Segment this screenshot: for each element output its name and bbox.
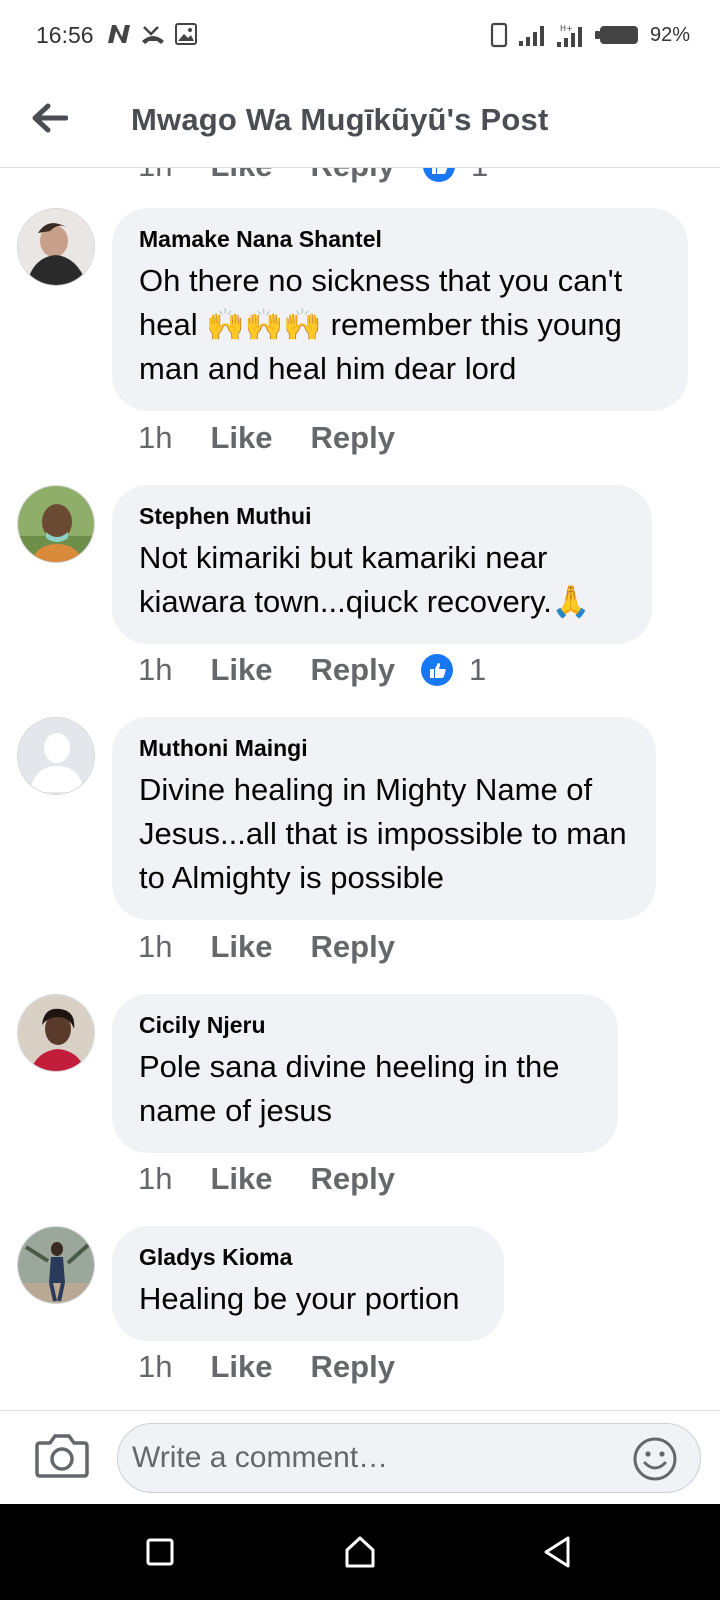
comment-bubble[interactable]: Gladys Kioma Healing be your portion	[112, 1226, 504, 1341]
comment-time: 1h	[138, 652, 173, 687]
like-button[interactable]: Like	[210, 652, 272, 688]
reply-button[interactable]: Reply	[311, 929, 395, 965]
reaction-summary[interactable]: 1	[420, 652, 487, 688]
home-icon	[345, 1536, 375, 1568]
profile-photo	[18, 486, 94, 562]
missed-call-icon	[142, 26, 164, 44]
back-nav-button[interactable]	[538, 1532, 578, 1572]
avatar[interactable]	[17, 994, 95, 1072]
recents-button[interactable]	[140, 1532, 180, 1572]
comment-author[interactable]: Stephen Muthui	[139, 503, 624, 530]
thumbs-up-icon	[423, 168, 455, 182]
camera-icon	[35, 1434, 89, 1478]
comment-bubble[interactable]: Cicily Njeru Pole sana divine heeling in…	[112, 994, 618, 1153]
comment-time: 1h	[138, 168, 172, 184]
like-button[interactable]: Like	[210, 420, 272, 456]
status-bar: 16:56 H+ 92%	[0, 0, 720, 72]
comment-text: Divine healing in Mighty Name of Jesus..…	[139, 772, 627, 895]
page-title: Mwago Wa Mugīkũyũ's Post	[131, 102, 549, 137]
vibrate-icon	[490, 22, 508, 48]
comment-actions: 1h Like Reply	[138, 1161, 395, 1197]
home-button[interactable]	[340, 1532, 380, 1572]
comment-input[interactable]	[117, 1423, 701, 1493]
like-button[interactable]: Like	[210, 929, 272, 965]
avatar[interactable]	[17, 1226, 95, 1304]
reply-button[interactable]: Reply	[311, 168, 395, 184]
comment-actions: 1h Like Reply 1	[138, 652, 486, 688]
comment-time: 1h	[138, 420, 173, 455]
avatar[interactable]	[17, 208, 95, 286]
like-button[interactable]: Like	[210, 168, 272, 184]
like-button[interactable]: Like	[210, 1161, 272, 1197]
image-notification-icon	[175, 23, 197, 45]
like-button[interactable]: Like	[210, 1349, 272, 1385]
notification-icons	[106, 22, 198, 46]
signal-4g-icon: H+	[556, 24, 582, 47]
profile-photo	[18, 995, 94, 1071]
system-nav-bar	[0, 1504, 720, 1600]
comment-bubble[interactable]: Mamake Nana Shantel Oh there no sickness…	[112, 208, 688, 411]
emoji-button[interactable]	[632, 1436, 678, 1482]
comment-composer	[0, 1410, 720, 1504]
profile-photo	[18, 1227, 94, 1303]
system-icons: H+ 92%	[490, 22, 690, 48]
comment-list[interactable]: 1h Like Reply 1 Mamake Nana Shantel Oh t…	[0, 168, 720, 1410]
comment-bubble[interactable]: Muthoni Maingi Divine healing in Mighty …	[112, 717, 656, 920]
reaction-count: 1	[471, 168, 488, 184]
comment-text: Pole sana divine heeling in the name of …	[139, 1049, 560, 1128]
comment-actions: 1h Like Reply	[138, 1349, 395, 1385]
default-profile-icon	[18, 718, 94, 794]
back-button[interactable]	[22, 90, 78, 146]
post-header: Mwago Wa Mugīkũyũ's Post	[0, 72, 720, 168]
comment-bubble[interactable]: Stephen Muthui Not kimariki but kamariki…	[112, 485, 652, 644]
battery-icon	[594, 26, 638, 44]
comment-author[interactable]: Mamake Nana Shantel	[139, 226, 660, 253]
comment-time: 1h	[138, 1349, 173, 1384]
reaction-count: 1	[468, 652, 487, 687]
comment-actions: 1h Like Reply	[138, 420, 395, 456]
camera-button[interactable]	[34, 1431, 90, 1481]
smiley-icon	[633, 1437, 677, 1481]
battery-percentage: 92%	[649, 23, 690, 46]
reply-button[interactable]: Reply	[311, 1349, 395, 1385]
avatar[interactable]	[17, 717, 95, 795]
comment-text: Healing be your portion	[139, 1281, 460, 1316]
reply-button[interactable]: Reply	[311, 420, 395, 456]
reply-button[interactable]: Reply	[311, 652, 395, 688]
n-notification-icon	[108, 25, 130, 43]
previous-comment-actions: 1h Like Reply 1	[138, 168, 488, 184]
comment-author[interactable]: Cicily Njeru	[139, 1012, 590, 1039]
comment-time: 1h	[138, 1161, 173, 1196]
reaction-summary[interactable]: 1	[423, 168, 488, 184]
comment-actions: 1h Like Reply	[138, 929, 395, 965]
comment-author[interactable]: Gladys Kioma	[139, 1244, 476, 1271]
avatar[interactable]	[17, 485, 95, 563]
comment-text: Oh there no sickness that you can't heal…	[139, 263, 623, 386]
square-icon	[146, 1538, 174, 1566]
comment-author[interactable]: Muthoni Maingi	[139, 735, 628, 762]
triangle-back-icon	[544, 1536, 570, 1568]
comment-time: 1h	[138, 929, 173, 964]
svg-text:H+: H+	[560, 24, 573, 33]
status-time: 16:56	[36, 22, 94, 48]
signal-icon	[518, 26, 544, 46]
comment-text: Not kimariki but kamariki near kiawara t…	[139, 540, 591, 619]
profile-photo	[18, 209, 94, 285]
arrow-left-icon	[32, 103, 68, 133]
reply-button[interactable]: Reply	[311, 1161, 395, 1197]
thumbs-up-icon	[420, 654, 453, 686]
